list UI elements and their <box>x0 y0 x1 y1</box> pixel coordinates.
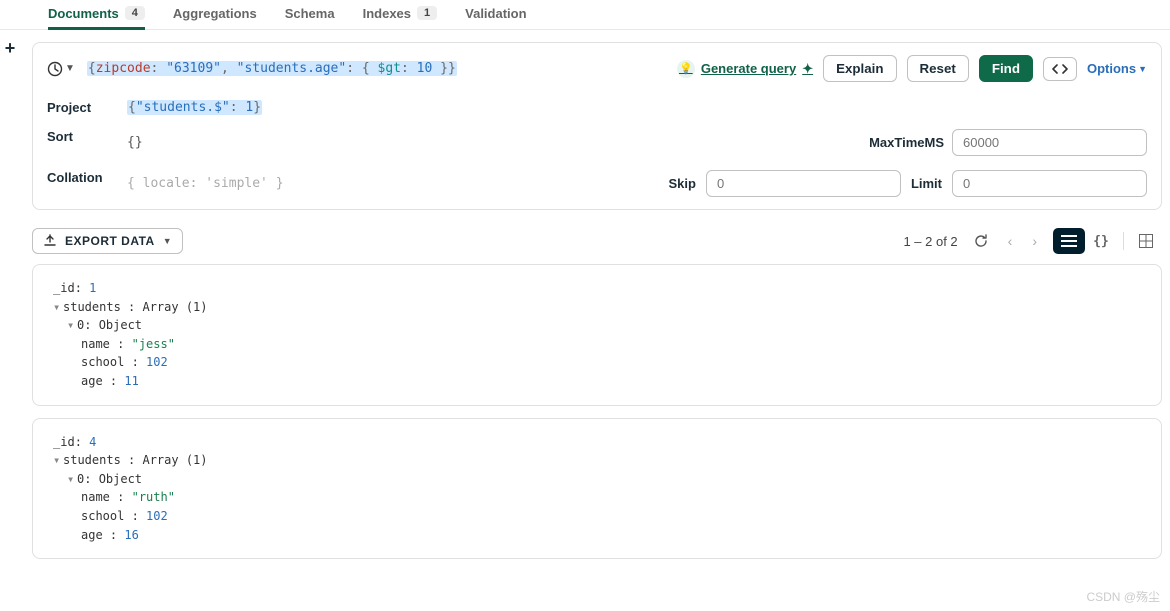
filter-input[interactable]: {zipcode: "63109", "students.age": { $gt… <box>87 61 665 76</box>
project-label: Project <box>47 100 127 115</box>
generate-query-link[interactable]: 💡 Generate query ✦ <box>677 60 813 78</box>
watermark: CSDN @殇尘 <box>1086 588 1160 605</box>
chevron-down-icon: ▼ <box>65 63 75 74</box>
prev-page-button[interactable]: ‹ <box>1004 233 1017 249</box>
tabs-bar: Documents 4 Aggregations Schema Indexes … <box>0 0 1170 30</box>
chevron-down-icon: ▼ <box>163 236 172 246</box>
clock-icon <box>47 61 63 77</box>
tab-indexes-label: Indexes <box>363 6 411 21</box>
list-icon <box>1061 235 1077 247</box>
caret-down-icon[interactable]: ▾ <box>53 298 63 317</box>
export-icon <box>43 234 57 248</box>
export-label: EXPORT DATA <box>65 234 155 248</box>
options-label: Options <box>1087 61 1136 76</box>
next-page-button[interactable]: › <box>1028 233 1041 249</box>
skip-label: Skip <box>668 176 695 191</box>
separator <box>1123 232 1124 250</box>
braces-icon: {} <box>1093 234 1109 249</box>
result-count: 1 – 2 of 2 <box>903 234 957 249</box>
collation-input[interactable]: { locale: 'simple' } <box>127 176 658 191</box>
limit-input[interactable] <box>952 170 1147 197</box>
explain-button[interactable]: Explain <box>823 55 896 82</box>
document-card[interactable]: _id: 1 ▾students : Array (1) ▾0: Object … <box>32 264 1162 406</box>
tab-documents[interactable]: Documents 4 <box>48 0 145 30</box>
code-icon <box>1052 62 1068 76</box>
list-view-button[interactable] <box>1053 228 1085 254</box>
tab-aggregations[interactable]: Aggregations <box>173 0 257 30</box>
limit-label: Limit <box>911 176 942 191</box>
sort-label: Sort <box>47 129 127 156</box>
tab-schema-label: Schema <box>285 6 335 21</box>
table-view-button[interactable] <box>1130 228 1162 254</box>
export-data-button[interactable]: EXPORT DATA ▼ <box>32 228 183 254</box>
tab-documents-badge: 4 <box>125 6 145 20</box>
reset-button[interactable]: Reset <box>907 55 969 82</box>
add-tab-icon[interactable]: + <box>0 38 20 59</box>
chevron-down-icon: ▼ <box>1138 64 1147 74</box>
query-panel: ▼ {zipcode: "63109", "students.age": { $… <box>32 42 1162 210</box>
lightbulb-icon: 💡 <box>677 60 695 78</box>
project-input[interactable]: {"students.$": 1} <box>127 100 1147 115</box>
tab-indexes-badge: 1 <box>417 6 437 20</box>
maxtime-label: MaxTimeMS <box>869 135 944 150</box>
tab-validation[interactable]: Validation <box>465 0 526 30</box>
options-dropdown[interactable]: Options ▼ <box>1087 61 1147 76</box>
caret-down-icon[interactable]: ▾ <box>67 470 77 489</box>
collation-label: Collation <box>47 170 127 197</box>
find-button[interactable]: Find <box>979 55 1033 82</box>
caret-down-icon[interactable]: ▾ <box>53 451 63 470</box>
tab-documents-label: Documents <box>48 6 119 21</box>
sparkle-icon: ✦ <box>802 61 813 77</box>
refresh-icon <box>974 234 988 248</box>
table-icon <box>1139 234 1153 248</box>
document-card[interactable]: _id: 4 ▾students : Array (1) ▾0: Object … <box>32 418 1162 560</box>
sort-input[interactable]: {} <box>127 135 143 150</box>
maxtime-input[interactable] <box>952 129 1147 156</box>
tab-validation-label: Validation <box>465 6 526 21</box>
refresh-button[interactable] <box>970 234 992 248</box>
json-view-button[interactable]: {} <box>1085 228 1117 254</box>
generate-query-label: Generate query <box>701 61 796 76</box>
tab-aggregations-label: Aggregations <box>173 6 257 21</box>
history-dropdown[interactable]: ▼ <box>47 61 75 77</box>
tab-schema[interactable]: Schema <box>285 0 335 30</box>
tab-indexes[interactable]: Indexes 1 <box>363 0 438 30</box>
code-view-button[interactable] <box>1043 57 1077 81</box>
skip-input[interactable] <box>706 170 901 197</box>
caret-down-icon[interactable]: ▾ <box>67 316 77 335</box>
